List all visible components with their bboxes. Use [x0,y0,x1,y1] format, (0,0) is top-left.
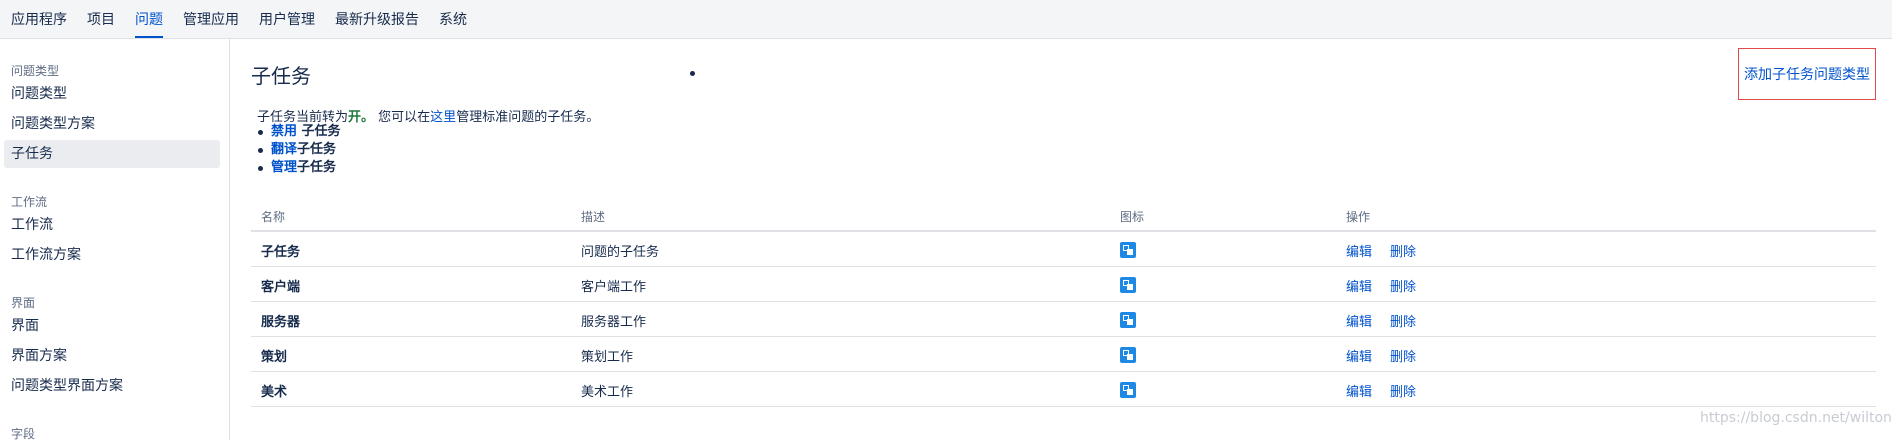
sidebar-item-screens[interactable]: 界面 [4,312,220,340]
edit-link[interactable]: 编辑 [1346,381,1372,400]
edit-link[interactable]: 编辑 [1346,311,1372,330]
row-name: 策划 [261,350,288,365]
subtask-icon [1120,312,1136,328]
row-description: 客户端工作 [581,280,647,295]
sidebar-item-workflows[interactable]: 工作流 [4,211,220,239]
manage-subtasks-link[interactable]: 管理 [271,160,297,175]
manage-here-link[interactable]: 这里 [430,110,456,125]
subtask-icon [1120,277,1136,293]
link-suffix: 子任务 [297,160,337,175]
delete-link[interactable]: 删除 [1390,311,1416,330]
table-row: 服务器 服务器工作 编辑 删除 [251,302,1876,337]
sidebar-item-issue-type-schemes[interactable]: 问题类型方案 [4,110,220,138]
status-state: 开。 [348,110,375,125]
list-item: 管理子任务 [257,159,341,177]
column-header-description: 描述 [581,210,606,224]
row-description: 问题的子任务 [581,245,660,260]
row-description: 服务器工作 [581,315,647,330]
sidebar-item-subtasks[interactable]: 子任务 [4,140,220,168]
disable-subtasks-link[interactable]: 禁用 [271,124,297,139]
sidebar-heading-issue-types: 问题类型 [11,64,60,78]
column-header-name: 名称 [261,210,286,224]
column-header-operations: 操作 [1346,210,1371,224]
row-description: 策划工作 [581,350,634,365]
status-suffix: 管理标准问题的子任务。 [456,110,600,125]
delete-link[interactable]: 删除 [1390,381,1416,400]
sidebar-item-screen-schemes[interactable]: 界面方案 [4,342,220,370]
sidebar-heading-screens: 界面 [11,296,36,310]
row-name: 客户端 [261,280,301,295]
column-header-icon: 图标 [1120,210,1145,224]
tab-projects[interactable]: 项目 [87,0,115,38]
row-name: 美术 [261,385,288,400]
sidebar-heading-fields: 字段 [11,427,36,441]
table-row: 美术 美术工作 编辑 删除 [251,372,1876,407]
table-row: 策划 策划工作 编辑 删除 [251,337,1876,372]
edit-link[interactable]: 编辑 [1346,276,1372,295]
stray-dot [690,71,695,76]
subtask-types-table: 名称 描述 图标 操作 子任务 问题的子任务 编辑 删除 客户端 客户端工作 编… [251,200,1876,407]
link-suffix: 子任务 [297,124,341,139]
table-row: 客户端 客户端工作 编辑 删除 [251,267,1876,302]
tab-applications[interactable]: 应用程序 [11,0,67,38]
link-suffix: 子任务 [297,142,337,157]
row-name: 子任务 [261,245,301,260]
subtask-action-links: 禁用 子任务 翻译子任务 管理子任务 [257,123,341,177]
table-header: 名称 描述 图标 操作 [251,200,1876,232]
subtask-icon [1120,242,1136,258]
bullet [258,130,263,135]
row-name: 服务器 [261,315,301,330]
bullet [258,148,263,153]
list-item: 翻译子任务 [257,141,341,159]
sidebar: 问题类型 问题类型 问题类型方案 子任务 工作流 工作流 工作流方案 界面 界面… [0,39,230,441]
tab-user-management[interactable]: 用户管理 [259,0,315,38]
subtask-icon [1120,347,1136,363]
bullet [258,166,263,171]
translate-subtasks-link[interactable]: 翻译 [271,142,297,157]
tab-issues[interactable]: 问题 [135,0,163,38]
list-item: 禁用 子任务 [257,123,341,141]
subtask-icon [1120,382,1136,398]
sidebar-item-issue-types[interactable]: 问题类型 [4,80,220,108]
sidebar-item-workflow-schemes[interactable]: 工作流方案 [4,241,220,269]
delete-link[interactable]: 删除 [1390,346,1416,365]
tab-system[interactable]: 系统 [439,0,467,38]
watermark-text: https://blog.csdn.net/wilton [1700,410,1892,426]
tab-manage-apps[interactable]: 管理应用 [183,0,239,38]
add-subtask-type-button[interactable]: 添加子任务问题类型 [1738,48,1876,100]
tab-upgrade-report[interactable]: 最新升级报告 [335,0,419,38]
status-middle: 您可以在 [374,110,431,125]
page-title: 子任务 [251,64,311,88]
delete-link[interactable]: 删除 [1390,276,1416,295]
row-description: 美术工作 [581,385,634,400]
edit-link[interactable]: 编辑 [1346,241,1372,260]
sidebar-item-issue-type-screen-schemes[interactable]: 问题类型界面方案 [4,372,220,400]
table-row: 子任务 问题的子任务 编辑 删除 [251,232,1876,267]
top-navigation: 应用程序 项目 问题 管理应用 用户管理 最新升级报告 系统 [0,0,1892,39]
delete-link[interactable]: 删除 [1390,241,1416,260]
edit-link[interactable]: 编辑 [1346,346,1372,365]
sidebar-heading-workflows: 工作流 [11,195,48,209]
